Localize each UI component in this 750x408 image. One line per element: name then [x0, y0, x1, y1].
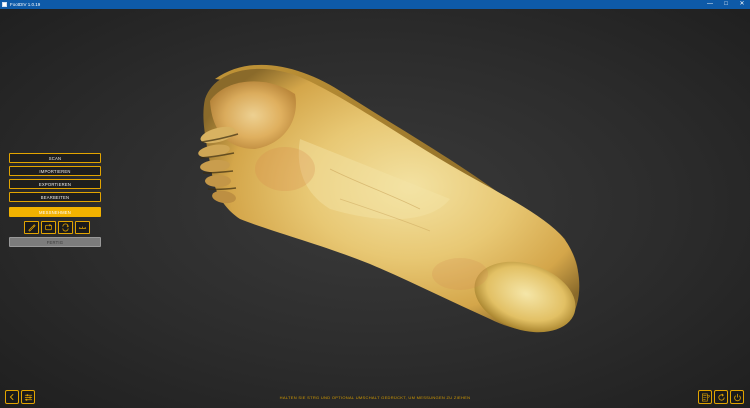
close-button[interactable]: ✕	[734, 0, 750, 9]
status-message: HALTEN SIE STRG UND OPTIONAL UMSCHALT GE…	[279, 395, 471, 400]
import-button[interactable]: IMPORTIEREN	[9, 166, 101, 176]
cycle-icon[interactable]	[58, 221, 73, 234]
window-controls: — □ ✕	[702, 0, 750, 9]
app-window: FootDIV 1.0.19 — □ ✕ SCAN IMPORTIEREN EX…	[0, 0, 750, 408]
export-button[interactable]: EXPORTIEREN	[9, 179, 101, 189]
foot-scan-model[interactable]	[0, 9, 750, 408]
3d-viewport[interactable]	[0, 9, 750, 408]
power-icon	[733, 393, 741, 401]
confirm-button[interactable]: FERTIG	[9, 237, 101, 247]
minimize-button[interactable]: —	[702, 0, 718, 9]
scan-button[interactable]: SCAN	[9, 153, 101, 163]
loop-icon[interactable]	[41, 221, 56, 234]
measure-button[interactable]: MESSNEHMEN	[9, 207, 101, 217]
maximize-button[interactable]: □	[718, 0, 734, 9]
power-button[interactable]	[730, 390, 744, 404]
refresh-button[interactable]	[714, 390, 728, 404]
title-bar: FootDIV 1.0.19 — □ ✕	[0, 0, 750, 9]
edit-button[interactable]: BEARBEITEN	[9, 192, 101, 202]
app-logo-icon	[2, 2, 7, 7]
help-document-icon	[701, 393, 710, 401]
refresh-icon	[717, 393, 725, 401]
pen-icon[interactable]	[24, 221, 39, 234]
measure-tools	[24, 221, 90, 234]
help-button[interactable]	[698, 390, 712, 404]
window-title: FootDIV 1.0.19	[10, 2, 41, 7]
ruler-icon[interactable]	[75, 221, 90, 234]
